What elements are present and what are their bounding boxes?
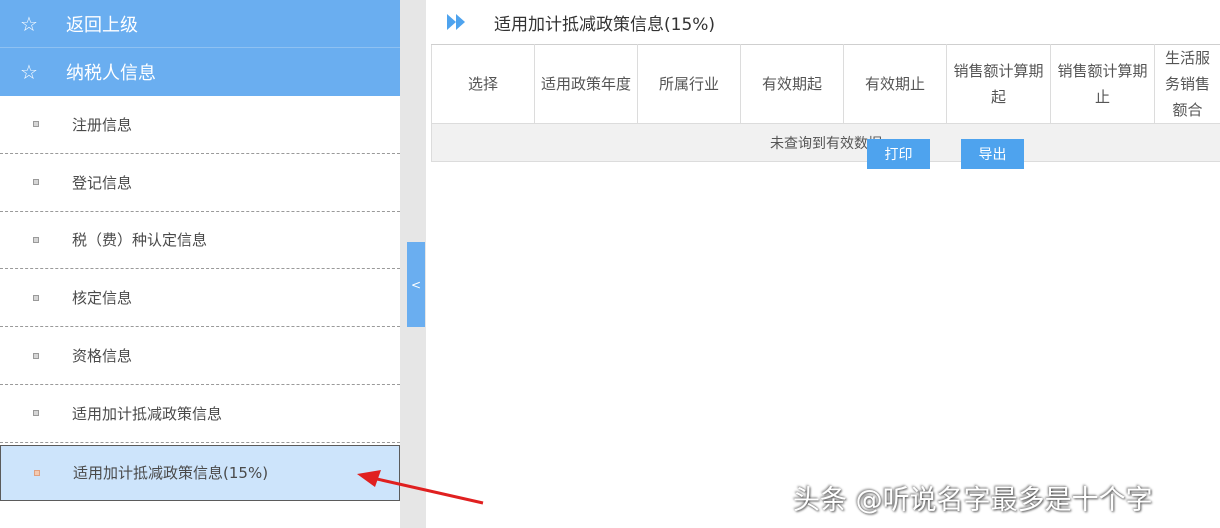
column-header-service-sales[interactable]: 生活服务销售额合: [1154, 44, 1220, 124]
star-icon: ☆: [20, 11, 38, 36]
print-button[interactable]: 打印: [867, 139, 930, 169]
section-label: 纳税人信息: [66, 63, 156, 84]
export-button[interactable]: 导出: [961, 139, 1024, 169]
column-header-sales-period-end[interactable]: 销售额计算期止: [1050, 44, 1155, 124]
sidebar-item-assessment[interactable]: 核定信息: [0, 269, 400, 328]
star-icon: ☆: [20, 60, 38, 84]
column-header-policy-year[interactable]: 适用政策年度: [534, 44, 638, 124]
sidebar-item-label: 适用加计抵减政策信息(15%): [73, 464, 269, 483]
column-header-select[interactable]: 选择: [431, 44, 535, 124]
back-button[interactable]: ☆ 返回上级: [0, 0, 400, 48]
sidebar-item-label: 登记信息: [72, 173, 133, 192]
sidebar-item-label: 注册信息: [72, 115, 133, 134]
sidebar-item-registration[interactable]: 注册信息: [0, 96, 400, 154]
policy-table: 选择 适用政策年度 所属行业 有效期起 有效期止 销售额计算期起 销售额计算期止…: [431, 44, 1220, 162]
sidebar-item-deduction-policy[interactable]: 适用加计抵减政策信息: [0, 385, 400, 443]
bullet-icon: [33, 352, 39, 359]
sidebar-item-deduction-policy-15[interactable]: 适用加计抵减政策信息(15%): [0, 444, 400, 501]
bullet-icon: [34, 469, 40, 476]
double-arrow-icon: [447, 14, 465, 30]
chevron-left-icon: <: [410, 277, 422, 292]
page-title: 适用加计抵减政策信息(15%): [494, 15, 716, 35]
annotation-arrow-icon: [357, 470, 484, 505]
sidebar-item-registration-info[interactable]: 登记信息: [0, 154, 400, 212]
sidebar-item-qualification[interactable]: 资格信息: [0, 327, 400, 385]
column-header-industry[interactable]: 所属行业: [637, 44, 741, 124]
sidebar: ☆ 返回上级 ☆ 纳税人信息 注册信息 登记信息 税（费）种认定信息 核定信息 …: [0, 0, 400, 528]
table-header-row: 选择 适用政策年度 所属行业 有效期起 有效期止 销售额计算期起 销售额计算期止…: [431, 44, 1220, 124]
main-panel: 适用加计抵减政策信息(15%) 选择 适用政策年度 所属行业 有效期起 有效期止…: [431, 0, 1220, 528]
sidebar-item-label: 税（费）种认定信息: [72, 231, 208, 250]
collapse-sidebar-button[interactable]: <: [407, 242, 425, 327]
column-header-valid-to[interactable]: 有效期止: [843, 44, 947, 124]
bullet-icon: [33, 179, 39, 186]
sidebar-item-label: 资格信息: [72, 347, 133, 366]
bullet-icon: [33, 121, 39, 128]
watermark: 头条 @听说名字最多是十个字: [793, 485, 1153, 516]
sidebar-item-label: 适用加计抵减政策信息: [72, 404, 223, 423]
column-header-valid-from[interactable]: 有效期起: [740, 44, 844, 124]
column-header-sales-period-start[interactable]: 销售额计算期起: [946, 44, 1051, 124]
bullet-icon: [33, 236, 39, 243]
title-bar: 适用加计抵减政策信息(15%): [431, 0, 1220, 44]
empty-message: 未查询到有效数据: [431, 123, 1220, 162]
back-label: 返回上级: [66, 14, 138, 36]
bullet-icon: [33, 410, 39, 417]
sidebar-item-label: 核定信息: [72, 289, 133, 308]
bullet-icon: [33, 294, 39, 301]
table-row: 未查询到有效数据: [431, 123, 1220, 162]
sidebar-item-tax-type[interactable]: 税（费）种认定信息: [0, 212, 400, 270]
sidebar-section-header[interactable]: ☆ 纳税人信息: [0, 48, 400, 96]
